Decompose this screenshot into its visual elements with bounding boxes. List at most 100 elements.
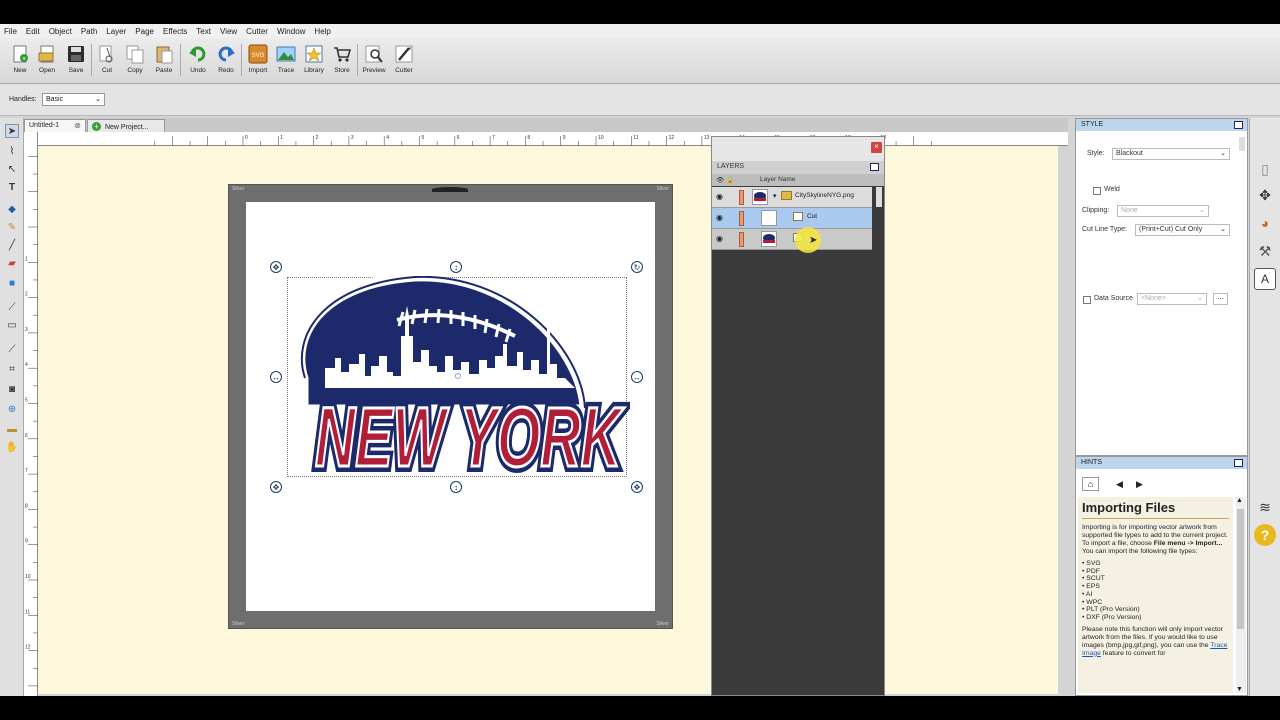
expand-chevron-icon[interactable]: ▾ [773, 192, 777, 200]
menu-edit[interactable]: Edit [26, 27, 40, 36]
clipping-select[interactable]: None ⌄ [1117, 205, 1209, 217]
eye-icon[interactable]: ◉ [716, 192, 723, 201]
import-icon: SVG [248, 44, 268, 64]
layer-row[interactable]: ◉ Cut [712, 208, 872, 229]
cut-line-type-select[interactable]: (Print+Cut) Cut Only ⌄ [1135, 224, 1230, 236]
new-button[interactable]: + New [6, 42, 34, 80]
panel-dock-icon[interactable] [870, 163, 879, 171]
layer-thumbnail [761, 210, 777, 226]
cut-button[interactable]: Cut [93, 42, 121, 80]
path-tool-icon[interactable]: ⌗ [5, 362, 19, 376]
scroll-thumb[interactable] [1237, 509, 1244, 629]
document-icon[interactable]: ▯ [1254, 158, 1276, 180]
store-button[interactable]: Store [328, 42, 356, 80]
select-tool-icon[interactable]: ➤ [5, 124, 19, 138]
text-style-icon[interactable]: A [1254, 268, 1276, 290]
menu-window[interactable]: Window [277, 27, 305, 36]
help-icon[interactable]: ? [1254, 524, 1276, 546]
knife-tool-icon[interactable]: ⟋ [5, 342, 19, 356]
rotate-handle-bottom-left[interactable]: ✥ [270, 481, 282, 493]
chevron-down-icon: ⌄ [1199, 207, 1205, 214]
data-source-options-button[interactable]: ⋯ [1213, 293, 1228, 305]
menu-view[interactable]: View [220, 27, 237, 36]
wrench-icon[interactable]: ⚒ [1254, 240, 1276, 262]
redo-icon [218, 46, 235, 62]
menu-object[interactable]: Object [49, 27, 72, 36]
save-button[interactable]: Save [62, 42, 90, 80]
undo-button[interactable]: Undo [184, 42, 212, 80]
measure-tool-icon[interactable]: ▬ [5, 422, 19, 436]
menu-path[interactable]: Path [81, 27, 97, 36]
chevron-down-icon: ⌄ [1220, 226, 1226, 233]
scale-handle-top[interactable]: ↕ [450, 261, 462, 273]
cutter-button[interactable]: Cutter [390, 42, 418, 80]
data-source-select[interactable]: <None> ⌄ [1137, 293, 1207, 305]
layer-color-swatch[interactable] [739, 211, 744, 226]
close-icon[interactable]: × [871, 142, 882, 153]
rectangle-tool-icon[interactable]: ■ [5, 276, 19, 290]
fill-tool-icon[interactable]: ◆ [5, 202, 19, 216]
back-arrow-icon[interactable]: ◀ [1116, 479, 1123, 490]
paste-button[interactable]: Paste [150, 42, 178, 80]
scroll-down-icon[interactable]: ▼ [1236, 686, 1243, 693]
contour-tool-icon[interactable]: ◙ [5, 382, 19, 396]
shape-tool-icon[interactable]: ▭ [5, 318, 19, 332]
layer-color-swatch[interactable] [739, 190, 744, 205]
tab-new-project[interactable]: + New Project... [87, 119, 165, 132]
layers-stack-icon[interactable]: ≋ [1254, 496, 1276, 518]
direct-select-tool-icon[interactable]: ↖ [5, 162, 19, 176]
scale-handle-right[interactable]: ↔ [631, 371, 643, 383]
close-tab-icon[interactable]: ⊗ [74, 121, 81, 130]
menu-page[interactable]: Page [135, 27, 154, 36]
scale-handle-bottom[interactable]: ↕ [450, 481, 462, 493]
menu-layer[interactable]: Layer [106, 27, 126, 36]
menu-effects[interactable]: Effects [163, 27, 187, 36]
menu-text[interactable]: Text [196, 27, 211, 36]
menu-cutter[interactable]: Cutter [246, 27, 268, 36]
hints-scrollbar[interactable]: ▲ ▼ [1236, 497, 1246, 693]
panel-dock-icon[interactable] [1234, 121, 1243, 129]
scale-handle-left[interactable]: ↔ [270, 371, 282, 383]
tab-untitled-1[interactable]: Untitled-1 ⊗ [24, 119, 86, 132]
style-scrollbar[interactable] [1239, 137, 1245, 151]
layer-color-swatch[interactable] [739, 232, 744, 247]
weld-checkbox[interactable] [1093, 187, 1101, 195]
redo-button[interactable]: Redo [212, 42, 240, 80]
move-icon[interactable]: ✥ [1254, 184, 1276, 206]
eye-icon[interactable]: ◉ [716, 234, 723, 243]
pencil-tool-icon[interactable]: ✎ [5, 220, 19, 234]
layer-row[interactable]: ◉ ▾ CitySkylineNYG.png [712, 187, 872, 208]
rotate-handle-top-right[interactable]: ↻ [631, 261, 643, 273]
import-button[interactable]: SVG Import [244, 42, 272, 80]
open-button[interactable]: Open [33, 42, 61, 80]
node-edit-tool-icon[interactable]: ⌇ [5, 144, 19, 158]
brush-tool-icon[interactable]: ╱ [5, 238, 19, 252]
panel-dock-icon[interactable] [1234, 459, 1243, 467]
rotate-handle-bottom-right[interactable]: ✥ [631, 481, 643, 493]
home-icon[interactable]: ⌂ [1082, 477, 1099, 491]
rotate-handle-top-left[interactable]: ✥ [270, 261, 282, 273]
handles-select[interactable]: Basic ⌄ [42, 93, 105, 106]
data-source-checkbox[interactable] [1083, 296, 1091, 304]
menu-help[interactable]: Help [314, 27, 330, 36]
palette-icon[interactable]: ◕ [1254, 212, 1276, 234]
trace-button[interactable]: Trace [272, 42, 300, 80]
eraser-tool-icon[interactable]: ▰ [5, 256, 19, 270]
handles-bar: Handles: Basic ⌄ [0, 84, 1280, 116]
zoom-tool-icon[interactable]: ⊕ [5, 402, 19, 416]
eye-icon[interactable]: ◉ [716, 213, 723, 222]
scroll-up-icon[interactable]: ▲ [1236, 497, 1243, 504]
menu-file[interactable]: File [4, 27, 17, 36]
text-tool-icon[interactable]: T [5, 180, 19, 194]
layers-scrollbar[interactable] [876, 187, 882, 207]
copy-button[interactable]: Copy [121, 42, 149, 80]
pan-hand-icon[interactable]: ✋ [5, 440, 19, 454]
forward-arrow-icon[interactable]: ▶ [1136, 479, 1143, 490]
preview-button[interactable]: Preview [360, 42, 388, 80]
ruler-label: 10 [598, 135, 604, 141]
design-canvas[interactable]: Silver Silver Silver Silver NEW YORK NEW [38, 146, 1058, 694]
layer-row[interactable]: ◉ ➤ [712, 227, 872, 253]
style-select[interactable]: Blackout ⌄ [1112, 148, 1230, 160]
eyedropper-tool-icon[interactable]: ⟋ [5, 300, 19, 314]
library-button[interactable]: Library [300, 42, 328, 80]
